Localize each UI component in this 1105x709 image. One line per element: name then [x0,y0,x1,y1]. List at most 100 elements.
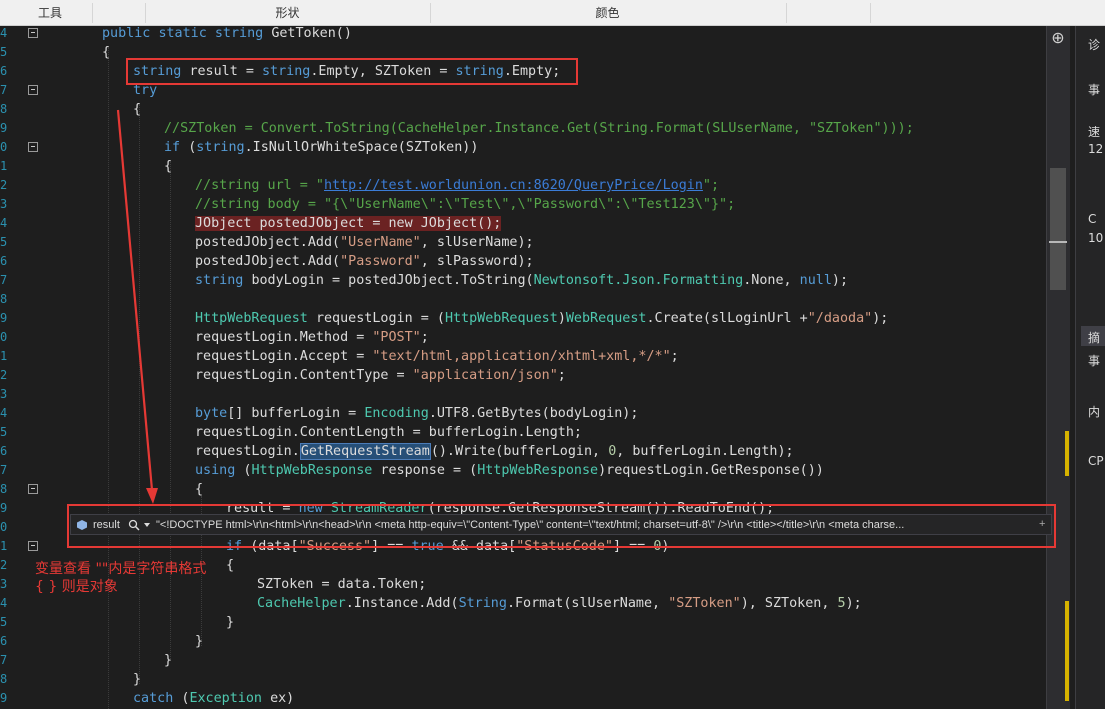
code-line[interactable]: 1{ [0,157,1046,176]
code-line[interactable]: 4 public static string GetToken() [0,26,1046,43]
split-icon[interactable]: ⊕ [1050,30,1066,46]
code-token: "UserName" [340,235,421,250]
code-line[interactable]: 7} [0,651,1046,670]
line-number: 1 [0,539,8,553]
code-token: ), SZToken, [740,596,838,611]
code-text: //SZToken = Convert.ToString(CacheHelper… [164,119,914,138]
fold-toggle-icon[interactable] [28,85,38,95]
fold-toggle-icon[interactable] [28,28,38,38]
code-token: postedJObject.Add( [195,254,341,269]
toolbar-divider [92,3,93,23]
line-number: 1 [0,159,8,173]
fold-toggle-icon[interactable] [28,541,38,551]
code-line[interactable]: 5 requestLogin.ContentLength = bufferLogi… [0,423,1046,442]
code-token: "; [702,178,720,193]
code-text: requestLogin.ContentLength = bufferLogin… [195,423,582,442]
line-number: 4 [0,406,8,420]
code-line[interactable]: 9 //SZToken = Convert.ToString(CacheHelpe… [0,119,1046,138]
scrollbar-thumb[interactable] [1050,168,1066,290]
code-token: requestLogin.ContentLength = bufferLogin… [195,425,582,440]
line-number: 5 [0,235,8,249]
code-line[interactable]: 4 JObject postedJObject = new JObject(); [0,214,1046,233]
code-line[interactable]: 8{ [0,480,1046,499]
line-number: 7 [0,653,8,667]
code-token: )requestLogin.GetResponse()) [598,463,824,478]
line-number: 6 [0,254,8,268]
annotation-text: 变量查看 ""内是字符串格式 { } 则是对象 [35,560,206,596]
line-number: 4 [0,26,8,40]
code-token: Newtonsoft.Json.Formatting [533,273,744,288]
code-token: GetToken() [271,26,352,41]
colors-menu[interactable]: 颜色 [430,0,785,26]
line-number: 5 [0,45,8,59]
code-line[interactable]: 4 CacheHelper.Instance.Add(String.Format(… [0,594,1046,613]
code-token: //string url = " [195,178,324,193]
fold-toggle-icon[interactable] [28,142,38,152]
code-token: HttpWebResponse [251,463,381,478]
code-line[interactable]: 0 requestLogin.Method = "POST"; [0,328,1046,347]
panel-value: 12 [1088,142,1104,156]
code-token: ; [557,368,566,383]
code-token: ex) [270,691,295,706]
code-line[interactable]: 2 requestLogin.ContentType = "application… [0,366,1046,385]
panel-label: 内 [1088,405,1101,419]
panel-tab[interactable]: 摘 [1088,329,1100,346]
code-text: postedJObject.Add("UserName", slUserName… [195,233,534,252]
line-number: 5 [0,615,8,629]
line-number: 7 [0,83,8,97]
code-line[interactable]: 2 //string url = "http://test.worldunion.… [0,176,1046,195]
code-line[interactable]: 1 requestLogin.Accept = "text/html,applic… [0,347,1046,366]
line-number: 7 [0,273,8,287]
code-token: try [133,83,158,98]
code-token: if [164,140,189,155]
tools-menu[interactable]: 工具 [0,0,100,26]
code-editor[interactable]: 4 public static string GetToken() 5 {6 strin… [0,26,1046,709]
code-line[interactable]: 8{ [0,100,1046,119]
code-line[interactable]: 6 requestLogin.GetRequestStream().Write(b… [0,442,1046,461]
code-token: //SZToken = Convert.ToString(CacheHelper… [164,121,914,136]
code-token: ); [845,596,862,611]
code-token: { [102,45,111,60]
vertical-scrollbar[interactable] [1046,26,1070,709]
code-token: requestLogin.ContentType = [195,368,413,383]
code-text: SZToken = data.Token; [257,575,426,594]
code-line[interactable]: 7 using (HttpWebResponse response = (Http… [0,461,1046,480]
code-text: { [164,157,172,176]
code-token: Encoding [364,406,429,421]
code-line[interactable]: 8} [0,670,1046,689]
code-token: , slPassword); [420,254,534,269]
line-number: 0 [0,140,8,154]
code-token: ) [557,311,566,326]
fold-toggle-icon[interactable] [28,484,38,494]
code-text: { [133,100,141,119]
code-text: } [195,632,203,651]
code-text: if (string.IsNullOrWhiteSpace(SZToken)) [164,138,478,157]
code-token: string [214,26,272,41]
diagnostics-panel: 诊 事 速 12 C 10 摘 事 内 CP [1075,26,1105,709]
panel-label: C [1088,212,1097,226]
code-token: "SZToken" [668,596,741,611]
code-line[interactable]: 9 HttpWebRequest requestLogin = (HttpWebR… [0,309,1046,328]
code-line[interactable]: 5} [0,613,1046,632]
code-line[interactable]: 6} [0,632,1046,651]
line-number: 6 [0,634,8,648]
code-line[interactable]: 6 postedJObject.Add("Password", slPasswor… [0,252,1046,271]
code-line[interactable]: 5 postedJObject.Add("UserName", slUserNam… [0,233,1046,252]
code-line[interactable]: 4 byte[] bufferLogin = Encoding.UTF8.GetB… [0,404,1046,423]
code-line[interactable]: 9 catch (Exception ex) [0,689,1046,708]
code-line[interactable]: 8 [0,290,1046,309]
code-line[interactable]: 3 //string body = "{\"UserName\":\"Test\"… [0,195,1046,214]
code-token: ); [872,311,889,326]
code-line[interactable]: 3 [0,385,1046,404]
line-number: 8 [0,292,8,306]
change-marker [1065,431,1069,476]
code-text: requestLogin.ContentType = "application/… [195,366,566,385]
line-number: 8 [0,672,8,686]
code-line[interactable]: 7 string bodyLogin = postedJObject.ToStri… [0,271,1046,290]
highlight-box-datatip [67,504,1056,548]
code-text: public static string GetToken() [102,26,352,43]
code-token: } [133,672,142,687]
code-token: "text/html,application/xhtml+xml,*/*" [372,349,671,364]
shapes-menu[interactable]: 形状 [145,0,430,26]
code-line[interactable]: 0 if (string.IsNullOrWhiteSpace(SZToken)) [0,138,1046,157]
